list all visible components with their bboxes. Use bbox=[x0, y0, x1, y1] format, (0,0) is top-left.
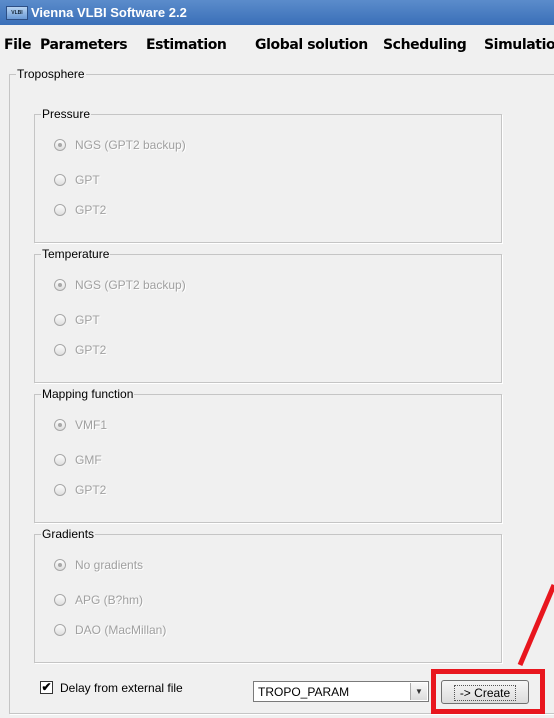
annotation-highlight-box bbox=[431, 669, 545, 714]
radio-unselected-icon bbox=[54, 484, 66, 496]
radio-unselected-icon bbox=[54, 204, 66, 216]
radio-unselected-icon bbox=[54, 454, 66, 466]
menu-file[interactable]: File bbox=[4, 37, 31, 53]
radio-unselected-icon bbox=[54, 314, 66, 326]
radio-selected-icon bbox=[54, 419, 66, 431]
gradients-option-none[interactable]: No gradients bbox=[54, 558, 143, 572]
temperature-option-gpt[interactable]: GPT bbox=[54, 313, 100, 327]
troposphere-title: Troposphere bbox=[17, 67, 85, 81]
radio-unselected-icon bbox=[54, 344, 66, 356]
radio-label: GPT2 bbox=[75, 343, 107, 357]
gradients-title: Gradients bbox=[42, 527, 95, 541]
mapping-function-title: Mapping function bbox=[42, 387, 134, 401]
radio-label: GMF bbox=[75, 453, 102, 467]
gradients-option-apg[interactable]: APG (B?hm) bbox=[54, 593, 143, 607]
gradients-option-dao[interactable]: DAO (MacMillan) bbox=[54, 623, 166, 637]
radio-label: No gradients bbox=[75, 558, 144, 572]
chevron-down-icon[interactable]: ▼ bbox=[410, 683, 427, 700]
menu-simulation[interactable]: Simulatio bbox=[484, 37, 554, 53]
radio-label: VMF1 bbox=[75, 418, 108, 432]
tropo-file-select[interactable]: TROPO_PARAM ▼ bbox=[253, 681, 429, 702]
radio-selected-icon bbox=[54, 139, 66, 151]
temperature-option-gpt2[interactable]: GPT2 bbox=[54, 343, 106, 357]
mapping-function-group: Mapping function bbox=[34, 388, 502, 523]
radio-label: DAO (MacMillan) bbox=[75, 623, 167, 637]
mapping-option-vmf1[interactable]: VMF1 bbox=[54, 418, 107, 432]
radio-label: GPT bbox=[75, 173, 100, 187]
radio-label: NGS (GPT2 backup) bbox=[75, 278, 186, 292]
pressure-option-gpt2[interactable]: GPT2 bbox=[54, 203, 106, 217]
temperature-option-ngs[interactable]: NGS (GPT2 backup) bbox=[54, 278, 186, 292]
menu-global-solution[interactable]: Global solution bbox=[255, 37, 368, 53]
pressure-group: Pressure bbox=[34, 108, 502, 243]
menu-bar: File Parameters Estimation Global soluti… bbox=[0, 25, 554, 70]
temperature-title: Temperature bbox=[42, 247, 110, 261]
pressure-option-gpt[interactable]: GPT bbox=[54, 173, 100, 187]
temperature-group: Temperature bbox=[34, 248, 502, 383]
radio-selected-icon bbox=[54, 279, 66, 291]
radio-label: APG (B?hm) bbox=[75, 593, 144, 607]
radio-unselected-icon bbox=[54, 624, 66, 636]
pressure-title: Pressure bbox=[42, 107, 91, 121]
app-icon: VLBI bbox=[6, 5, 28, 20]
menu-estimation[interactable]: Estimation bbox=[146, 37, 227, 53]
pressure-option-ngs[interactable]: NGS (GPT2 backup) bbox=[54, 138, 186, 152]
mapping-option-gpt2[interactable]: GPT2 bbox=[54, 483, 106, 497]
radio-label: GPT2 bbox=[75, 203, 107, 217]
menu-scheduling[interactable]: Scheduling bbox=[383, 37, 467, 53]
window-title: Vienna VLBI Software 2.2 bbox=[31, 5, 187, 20]
radio-label: GPT2 bbox=[75, 483, 107, 497]
mapping-option-gmf[interactable]: GMF bbox=[54, 453, 102, 467]
radio-selected-icon bbox=[54, 559, 66, 571]
radio-label: GPT bbox=[75, 313, 100, 327]
radio-label: NGS (GPT2 backup) bbox=[75, 138, 186, 152]
radio-unselected-icon bbox=[54, 174, 66, 186]
tropo-file-select-value: TROPO_PARAM bbox=[258, 685, 350, 699]
title-bar: VLBI Vienna VLBI Software 2.2 bbox=[0, 0, 554, 25]
radio-unselected-icon bbox=[54, 594, 66, 606]
menu-parameters[interactable]: Parameters bbox=[40, 37, 128, 53]
delay-from-external-file-label: Delay from external file bbox=[60, 681, 183, 695]
delay-from-external-file-checkbox[interactable]: ✔ bbox=[40, 681, 53, 694]
